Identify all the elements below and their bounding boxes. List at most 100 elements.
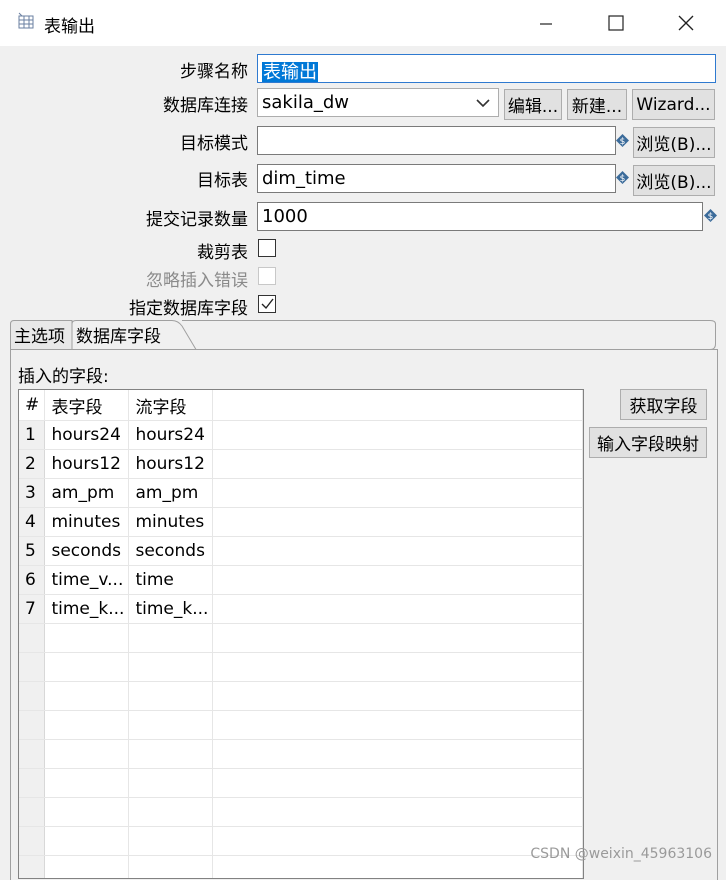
filler-cell bbox=[212, 739, 583, 769]
row-number-cell[interactable] bbox=[19, 623, 46, 653]
table-field-cell[interactable]: time_v... bbox=[44, 565, 130, 595]
stream-field-cell[interactable]: time_k... bbox=[128, 594, 214, 624]
fields-table[interactable]: # 表字段 流字段 1 hours24 hours24 2 hours12 hours12 3 a… bbox=[18, 389, 584, 879]
tab-db-fields[interactable]: 数据库字段 bbox=[72, 320, 165, 349]
table-row[interactable] bbox=[19, 855, 583, 878]
row-number-cell[interactable] bbox=[19, 768, 46, 798]
insert-fields-label: 插入的字段: bbox=[18, 367, 109, 387]
stream-field-cell[interactable]: hours12 bbox=[128, 449, 214, 479]
minimize-button[interactable] bbox=[526, 8, 566, 38]
stream-field-cell[interactable]: am_pm bbox=[128, 478, 214, 508]
browse-schema-button[interactable]: 浏览(B)... bbox=[633, 127, 715, 158]
table-field-cell[interactable]: hours24 bbox=[44, 420, 130, 450]
step-name-input[interactable]: 表输出 bbox=[257, 54, 716, 83]
variable-icon: $ bbox=[616, 171, 629, 184]
row-number-cell[interactable]: 3 bbox=[19, 478, 46, 508]
db-connection-select[interactable]: sakila_dw bbox=[257, 88, 499, 117]
table-row[interactable] bbox=[19, 623, 583, 653]
row-number-cell[interactable] bbox=[19, 797, 46, 827]
maximize-button[interactable] bbox=[596, 8, 636, 38]
ignore-errors-checkbox[interactable] bbox=[258, 267, 276, 285]
row-number-cell[interactable] bbox=[19, 681, 46, 711]
table-field-cell[interactable]: time_k... bbox=[44, 594, 130, 624]
row-number-cell[interactable] bbox=[19, 710, 46, 740]
table-field-cell[interactable] bbox=[44, 623, 130, 653]
table-row[interactable]: 1 hours24 hours24 bbox=[19, 420, 583, 450]
table-field-cell[interactable] bbox=[44, 739, 130, 769]
get-fields-button[interactable]: 获取字段 bbox=[620, 389, 707, 420]
input-field-mapping-button[interactable]: 输入字段映射 bbox=[589, 427, 707, 458]
table-header-row: # 表字段 流字段 bbox=[19, 390, 583, 421]
stream-field-cell[interactable] bbox=[128, 826, 214, 856]
target-schema-input[interactable] bbox=[257, 126, 616, 155]
filler-cell bbox=[212, 478, 583, 508]
table-row[interactable] bbox=[19, 797, 583, 827]
table-field-cell[interactable] bbox=[44, 681, 130, 711]
row-number-cell[interactable]: 5 bbox=[19, 536, 46, 566]
stream-field-cell[interactable]: time bbox=[128, 565, 214, 595]
table-row[interactable]: 6 time_v... time bbox=[19, 565, 583, 595]
row-number-cell[interactable] bbox=[19, 739, 46, 769]
table-row[interactable] bbox=[19, 652, 583, 682]
table-row[interactable]: 4 minutes minutes bbox=[19, 507, 583, 537]
table-row[interactable]: 7 time_k... time_k... bbox=[19, 594, 583, 624]
row-number-cell[interactable]: 7 bbox=[19, 594, 46, 624]
row-number-column-header[interactable]: # bbox=[19, 390, 46, 421]
stream-field-cell[interactable] bbox=[128, 681, 214, 711]
table-field-cell[interactable] bbox=[44, 826, 130, 856]
filler-cell bbox=[212, 768, 583, 798]
row-number-cell[interactable]: 4 bbox=[19, 507, 46, 537]
table-field-cell[interactable] bbox=[44, 855, 130, 878]
table-row[interactable] bbox=[19, 710, 583, 740]
svg-text:$: $ bbox=[708, 212, 714, 222]
row-number-cell[interactable]: 6 bbox=[19, 565, 46, 595]
table-row[interactable] bbox=[19, 739, 583, 769]
stream-field-cell[interactable] bbox=[128, 855, 214, 878]
table-field-cell[interactable] bbox=[44, 797, 130, 827]
step-name-value: 表输出 bbox=[262, 62, 318, 83]
table-field-cell[interactable]: seconds bbox=[44, 536, 130, 566]
table-field-cell[interactable]: am_pm bbox=[44, 478, 130, 508]
edit-connection-button[interactable]: 编辑... bbox=[504, 89, 562, 120]
row-number-cell[interactable]: 2 bbox=[19, 449, 46, 479]
table-row[interactable] bbox=[19, 681, 583, 711]
row-number-cell[interactable]: 1 bbox=[19, 420, 46, 450]
tab-main-options[interactable]: 主选项 bbox=[10, 320, 69, 349]
column-header[interactable]: 流字段 bbox=[128, 390, 214, 421]
stream-field-cell[interactable]: seconds bbox=[128, 536, 214, 566]
stream-field-cell[interactable]: hours24 bbox=[128, 420, 214, 450]
table-row[interactable] bbox=[19, 768, 583, 798]
row-number-cell[interactable] bbox=[19, 652, 46, 682]
table-field-cell[interactable]: hours12 bbox=[44, 449, 130, 479]
stream-field-cell[interactable]: minutes bbox=[128, 507, 214, 537]
table-row[interactable]: 3 am_pm am_pm bbox=[19, 478, 583, 508]
filler-cell bbox=[212, 449, 583, 479]
close-button[interactable] bbox=[666, 8, 706, 38]
table-row[interactable]: 5 seconds seconds bbox=[19, 536, 583, 566]
stream-field-cell[interactable] bbox=[128, 652, 214, 682]
svg-text:$: $ bbox=[620, 174, 626, 184]
table-field-cell[interactable]: minutes bbox=[44, 507, 130, 537]
browse-table-button[interactable]: 浏览(B)... bbox=[633, 165, 715, 196]
row-number-cell[interactable] bbox=[19, 855, 46, 878]
fields-table-body: # 表字段 流字段 1 hours24 hours24 2 hours12 hours12 3 a… bbox=[19, 390, 583, 878]
table-field-cell[interactable] bbox=[44, 768, 130, 798]
specify-fields-checkbox[interactable] bbox=[258, 295, 276, 313]
table-row[interactable] bbox=[19, 826, 583, 856]
table-field-cell[interactable] bbox=[44, 652, 130, 682]
truncate-table-checkbox[interactable] bbox=[258, 239, 276, 257]
stream-field-cell[interactable] bbox=[128, 768, 214, 798]
target-table-input[interactable]: dim_time bbox=[257, 164, 616, 193]
table-field-cell[interactable] bbox=[44, 710, 130, 740]
stream-field-cell[interactable] bbox=[128, 797, 214, 827]
wizard-button[interactable]: Wizard... bbox=[632, 89, 715, 120]
table-row[interactable]: 2 hours12 hours12 bbox=[19, 449, 583, 479]
column-header[interactable]: 表字段 bbox=[44, 390, 130, 421]
new-connection-button[interactable]: 新建... bbox=[567, 89, 627, 120]
stream-field-cell[interactable] bbox=[128, 710, 214, 740]
stream-field-cell[interactable] bbox=[128, 623, 214, 653]
row-number-cell[interactable] bbox=[19, 826, 46, 856]
truncate-table-label: 裁剪表 bbox=[197, 243, 248, 263]
stream-field-cell[interactable] bbox=[128, 739, 214, 769]
commit-size-input[interactable]: 1000 bbox=[257, 202, 703, 231]
